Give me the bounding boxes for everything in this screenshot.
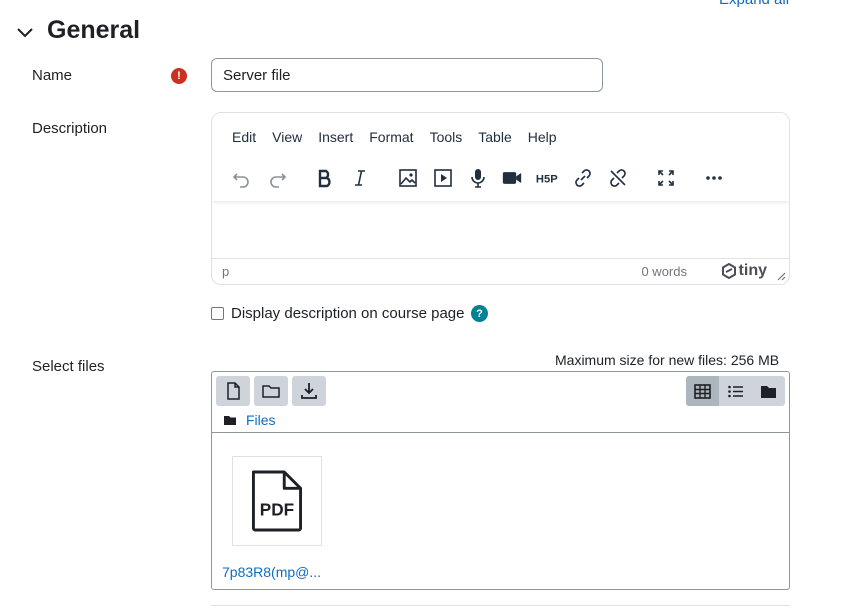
max-size-note: Maximum size for new files: 256 MB [555,352,780,368]
editor-menubar: Edit View Insert Format Tools Table Help [224,129,565,145]
view-icons-button[interactable] [686,376,719,406]
image-icon [399,169,417,187]
bold-button[interactable] [311,165,339,191]
undo-button[interactable] [227,165,255,191]
more-icon [706,176,722,180]
file-manager: Files PDF 7p83R8(mp@... [211,371,790,590]
section-divider [211,605,790,606]
pdf-file-icon: PDF [251,470,303,532]
menu-view[interactable]: View [264,129,310,145]
menu-format[interactable]: Format [361,129,421,145]
media-button[interactable] [429,165,457,191]
h5p-icon: H5P [536,174,558,186]
record-video-button[interactable] [498,165,526,191]
display-description-checkbox[interactable] [211,307,224,320]
view-switcher [686,376,785,406]
tiny-logo[interactable]: tiny [721,262,767,280]
file-icon [227,382,240,400]
svg-text:H5P: H5P [536,174,558,186]
breadcrumb-files-link[interactable]: Files [246,412,276,428]
redo-icon [270,173,287,188]
unlink-button[interactable] [604,165,632,191]
view-list-button[interactable] [719,376,752,406]
section-title[interactable]: General [47,16,140,45]
element-path[interactable]: p [222,264,229,279]
media-icon [434,169,452,187]
fullscreen-button[interactable] [652,165,680,191]
more-button[interactable] [700,165,728,191]
add-file-button[interactable] [216,376,250,406]
select-files-label: Select files [32,358,105,375]
undo-icon [232,173,249,188]
file-thumbnail[interactable]: PDF [232,456,322,546]
resize-handle-icon[interactable] [776,271,786,281]
tiny-brand-text: tiny [738,262,767,279]
menu-table[interactable]: Table [470,129,519,145]
name-input[interactable] [211,58,603,92]
list-icon [728,385,743,397]
name-label: Name [32,67,73,84]
redo-button[interactable] [264,165,292,191]
editor-content-area[interactable] [212,201,789,259]
fullscreen-icon [658,170,674,186]
create-folder-button[interactable] [254,376,288,406]
word-count[interactable]: 0 words [641,264,687,279]
file-manager-divider [212,432,789,433]
grid-icon [694,383,711,399]
description-editor: Edit View Insert Format Tools Table Help [211,112,790,285]
italic-button[interactable] [346,165,374,191]
link-icon [575,169,591,187]
menu-insert[interactable]: Insert [310,129,361,145]
record-audio-icon [471,169,485,188]
download-icon [301,383,317,399]
help-icon[interactable]: ? [471,305,488,322]
menu-tools[interactable]: Tools [422,129,471,145]
folder-icon [262,385,280,398]
folder-icon [224,416,236,425]
view-tree-button[interactable] [752,376,785,406]
link-button[interactable] [569,165,597,191]
bold-icon [318,169,331,188]
file-name-link[interactable]: 7p83R8(mp@... [222,564,321,580]
description-label: Description [32,120,108,137]
italic-icon [355,170,365,186]
menu-edit[interactable]: Edit [224,129,264,145]
h5p-button[interactable]: H5P [534,165,564,191]
chevron-down-icon[interactable] [16,24,34,42]
download-button[interactable] [292,376,326,406]
display-description-label[interactable]: Display description on course page [231,305,464,322]
expand-all-link[interactable]: Expand all [719,0,789,8]
breadcrumb: Files [224,412,276,428]
menu-help[interactable]: Help [520,129,565,145]
editor-statusbar: p 0 words tiny [212,258,789,284]
editor-toolbar: H5P [212,165,789,191]
svg-text:PDF: PDF [260,500,294,520]
required-icon: ! [171,68,187,84]
editor-header: Edit View Insert Format Tools Table Help [212,113,789,201]
tiny-brand-icon [721,263,736,279]
record-video-icon [502,172,522,184]
folder-icon [761,385,776,398]
unlink-icon [610,169,626,187]
image-button[interactable] [394,165,422,191]
record-audio-button[interactable] [464,165,492,191]
